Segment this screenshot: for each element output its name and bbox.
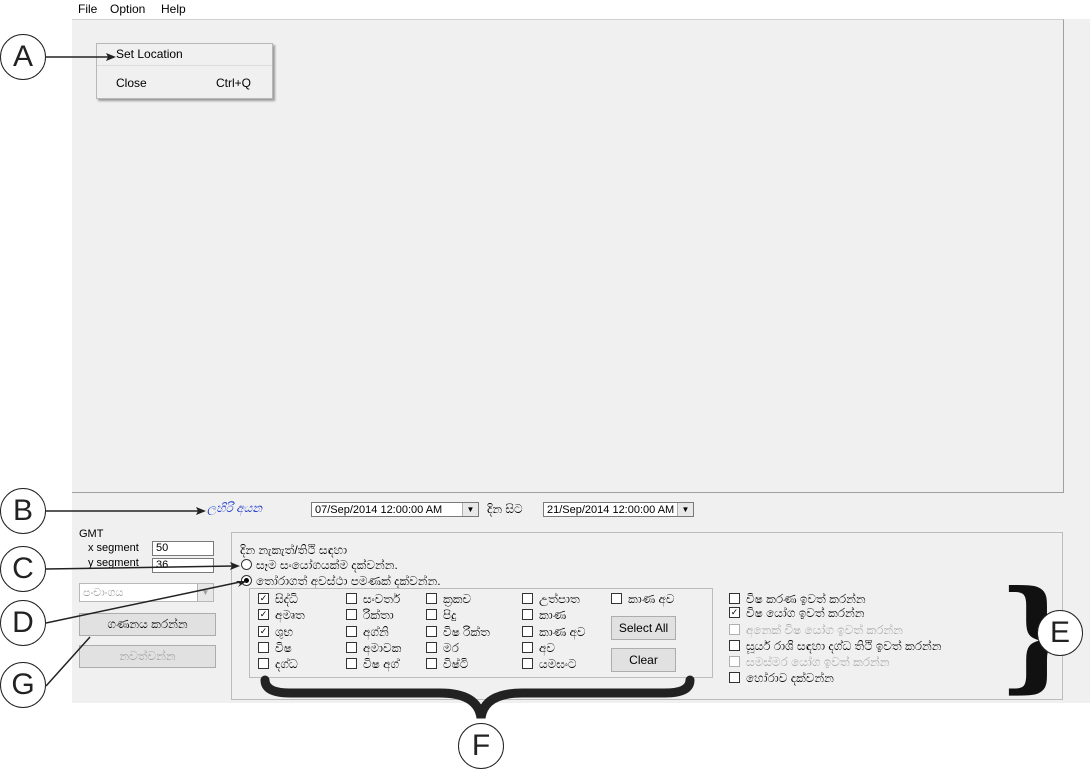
callout-b: B (0, 488, 46, 534)
callout-d: D (0, 600, 46, 646)
callout-g: G (0, 662, 46, 708)
callout-f: F (458, 723, 504, 769)
callout-e: E (1037, 610, 1083, 656)
callout-a: A (0, 34, 46, 80)
annotation-overlay (45, 53, 695, 719)
callout-c: C (0, 546, 46, 592)
